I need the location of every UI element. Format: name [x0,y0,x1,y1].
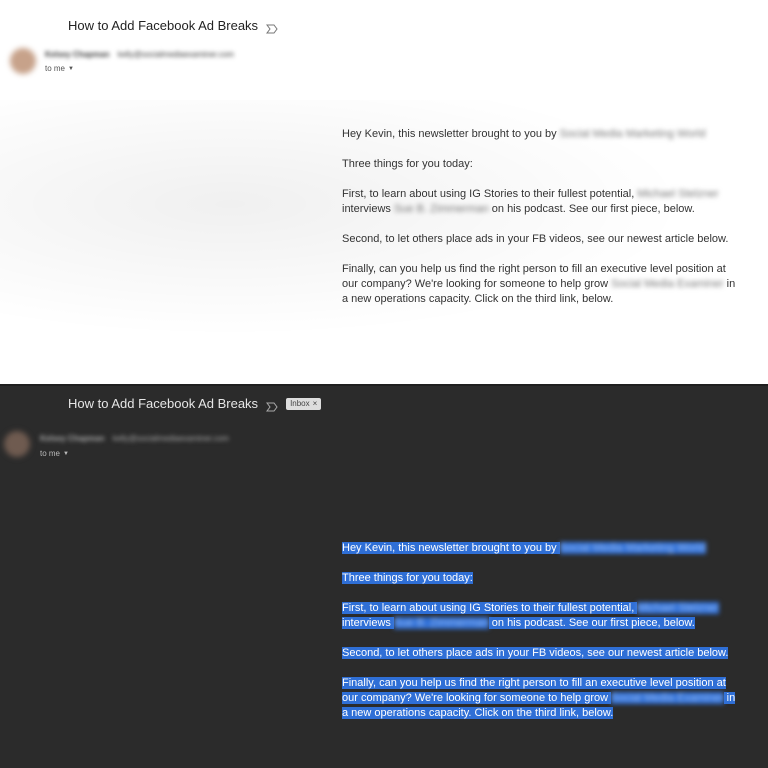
text: on his podcast. See our first piece, bel… [488,203,695,215]
subject-row: How to Add Facebook Ad Breaks Inbox × [68,396,322,411]
text: Three things for you today: [342,158,473,170]
inbox-label-text: Inbox [290,398,310,408]
text: Three things for you today: [342,572,473,584]
recipient-row[interactable]: to me ▼ [40,449,69,458]
sender-name[interactable]: Kelsey Chapman [45,50,109,59]
sender-name[interactable]: Kelsey Chapman [40,434,104,443]
text: Second, to let others place ads in your … [342,647,729,659]
paragraph-third: Finally, can you help us find the right … [342,676,742,721]
sender-email: kelly@socialmediaexaminer.com [112,434,229,443]
text: Hey Kevin, this newsletter brought to yo… [342,128,560,140]
text: on his podcast. See our first piece, bel… [488,617,695,629]
text: interviews [342,203,394,215]
paragraph-intro: Three things for you today: [342,571,742,586]
email-body-selected: Hey Kevin, this newsletter brought to yo… [342,541,742,736]
email-body: Hey Kevin, this newsletter brought to yo… [342,127,742,322]
redacted-sponsor: Social Media Marketing World [559,128,706,140]
recipient-label: to me [40,449,61,458]
subject-row: How to Add Facebook Ad Breaks [68,18,278,33]
sender-line: Kelsey Chapman kelly@socialmediaexaminer… [40,434,229,443]
remove-label-icon[interactable]: × [313,399,318,409]
redacted-company: Social Media Examiner [611,278,724,290]
sender-email: kelly@socialmediaexaminer.com [117,50,234,59]
paragraph-greeting: Hey Kevin, this newsletter brought to yo… [342,541,742,556]
redacted-name: Sue B. Zimmerman [393,617,489,629]
email-subject: How to Add Facebook Ad Breaks [68,18,259,33]
sender-avatar[interactable] [4,431,30,457]
paragraph-greeting: Hey Kevin, this newsletter brought to yo… [342,127,742,142]
dark-mode-email-view: How to Add Facebook Ad Breaks Inbox × Ke… [0,386,768,768]
paragraph-second: Second, to let others place ads in your … [342,646,742,661]
text: Hey Kevin, this newsletter brought to yo… [342,542,560,554]
light-mode-email-view: How to Add Facebook Ad Breaks Kelsey Cha… [0,0,768,384]
redacted-name: Michael Stelzner [637,602,719,614]
paragraph-first: First, to learn about using IG Stories t… [342,601,742,631]
recipient-row[interactable]: to me ▼ [45,64,74,73]
text: First, to learn about using IG Stories t… [342,188,638,200]
text: interviews [342,617,394,629]
text: First, to learn about using IG Stories t… [342,602,638,614]
recipient-label: to me [45,64,66,73]
chevron-down-icon[interactable]: ▼ [68,66,74,72]
sender-line: Kelsey Chapman kelly@socialmediaexaminer… [45,50,234,59]
redacted-sponsor: Social Media Marketing World [559,542,706,554]
inbox-label-chip[interactable]: Inbox × [286,397,322,410]
text: Second, to let others place ads in your … [342,233,729,245]
paragraph-second: Second, to let others place ads in your … [342,232,742,247]
sender-avatar[interactable] [10,48,36,74]
redacted-name: Michael Stelzner [637,188,719,200]
chevron-down-icon[interactable]: ▼ [63,451,69,457]
redacted-company: Social Media Examiner [611,692,724,704]
email-subject: How to Add Facebook Ad Breaks [68,396,259,411]
paragraph-first: First, to learn about using IG Stories t… [342,187,742,217]
redacted-name: Sue B. Zimmerman [393,203,489,215]
paragraph-third: Finally, can you help us find the right … [342,262,742,307]
important-marker-icon[interactable] [266,399,278,411]
paragraph-intro: Three things for you today: [342,157,742,172]
important-marker-icon[interactable] [266,21,278,33]
